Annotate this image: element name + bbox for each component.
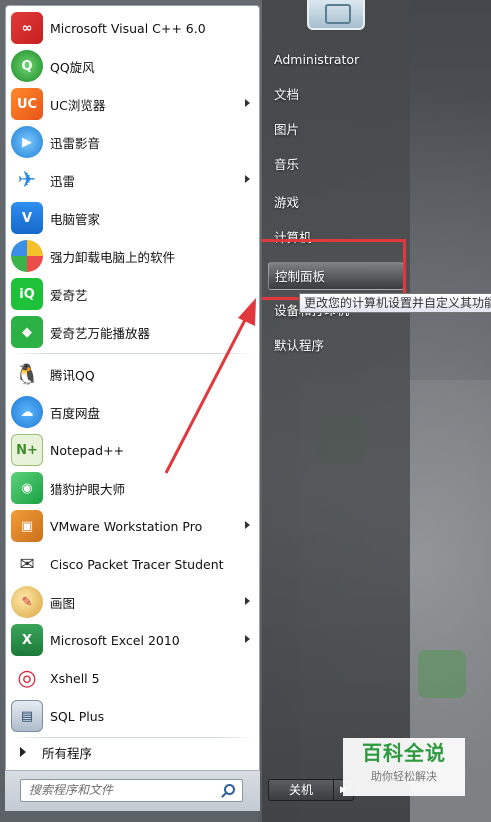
watermark-title: 百科全说	[362, 741, 446, 765]
arrow-shaft	[164, 317, 248, 474]
watermark: 百科全说 助你轻松解决	[343, 738, 465, 796]
watermark-subtitle: 助你轻松解决	[371, 770, 437, 783]
arrow-head	[238, 298, 256, 326]
annotation-arrow	[164, 298, 256, 474]
